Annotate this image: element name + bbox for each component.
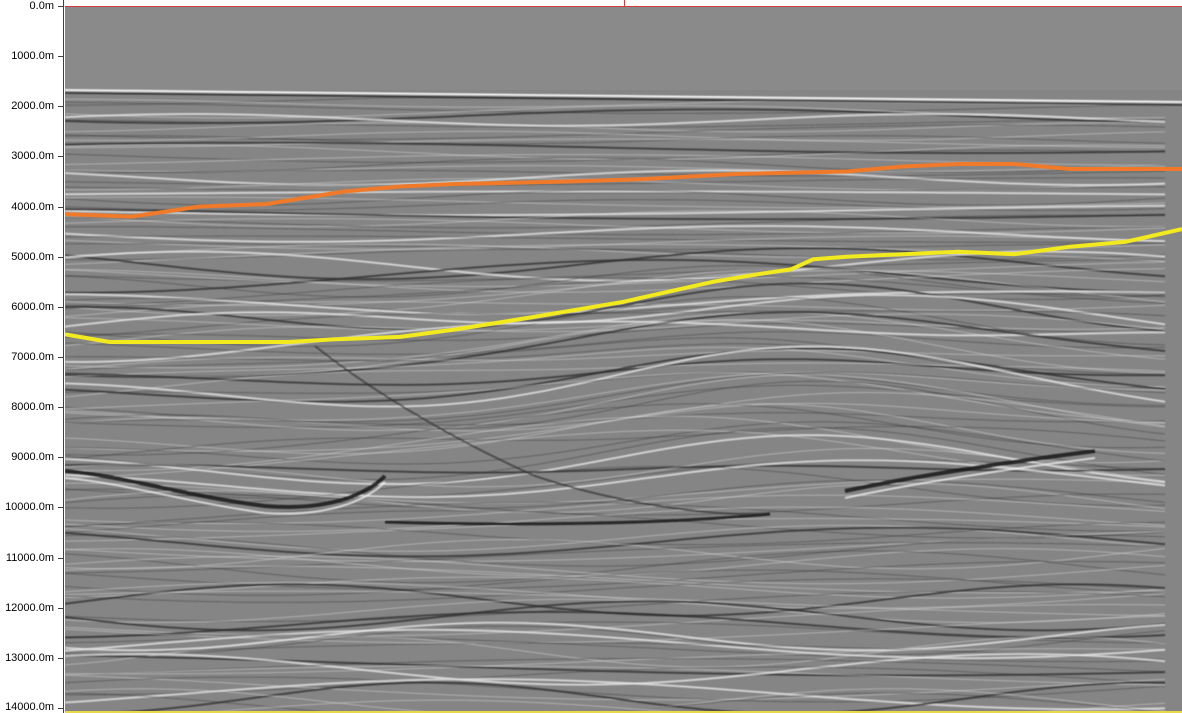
depth-tick-label: 1000.0m bbox=[11, 50, 54, 63]
seismic-section-canvas[interactable] bbox=[65, 6, 1182, 713]
depth-tick-mark bbox=[58, 457, 64, 459]
depth-tick-mark bbox=[58, 56, 64, 58]
depth-tick-mark bbox=[58, 306, 64, 308]
depth-tick-label: 3000.0m bbox=[11, 150, 54, 163]
depth-tick-mark bbox=[58, 256, 64, 258]
depth-tick-label: 12000.0m bbox=[5, 601, 54, 614]
depth-tick-mark bbox=[58, 607, 64, 609]
depth-tick-mark bbox=[58, 106, 64, 108]
depth-tick-label: 10000.0m bbox=[5, 501, 54, 514]
depth-tick-mark bbox=[58, 357, 64, 358]
depth-tick-label: 2000.0m bbox=[11, 100, 54, 113]
depth-axis: 0.0m 1000.0m 2000.0m 3000.0m 4000.0m 5000.0m 6… bbox=[0, 0, 64, 713]
depth-tick-label: 11000.0m bbox=[5, 551, 54, 564]
depth-tick-label: 9000.0m bbox=[11, 451, 54, 464]
cursor-marker bbox=[624, 0, 625, 7]
depth-tick-label: 13000.0m bbox=[5, 651, 54, 664]
depth-tick-label: 7000.0m bbox=[11, 351, 54, 363]
depth-tick-label: 8000.0m bbox=[11, 401, 54, 414]
depth-tick-label: 14000.0m bbox=[5, 701, 54, 713]
depth-tick-mark bbox=[58, 657, 64, 659]
depth-tick-mark bbox=[58, 156, 64, 158]
depth-tick-mark bbox=[58, 6, 64, 7]
depth-tick-label: 5000.0m bbox=[11, 250, 54, 263]
depth-tick-mark bbox=[58, 407, 64, 409]
depth-tick-mark bbox=[58, 507, 64, 509]
depth-tick-label: 6000.0m bbox=[11, 300, 54, 313]
depth-tick-mark bbox=[58, 708, 64, 709]
seismic-section-view[interactable] bbox=[65, 6, 1182, 713]
depth-tick-mark bbox=[58, 206, 64, 208]
depth-tick-mark bbox=[58, 557, 64, 559]
depth-tick-label: 0.0m bbox=[29, 0, 54, 12]
depth-tick-label: 4000.0m bbox=[11, 200, 54, 213]
